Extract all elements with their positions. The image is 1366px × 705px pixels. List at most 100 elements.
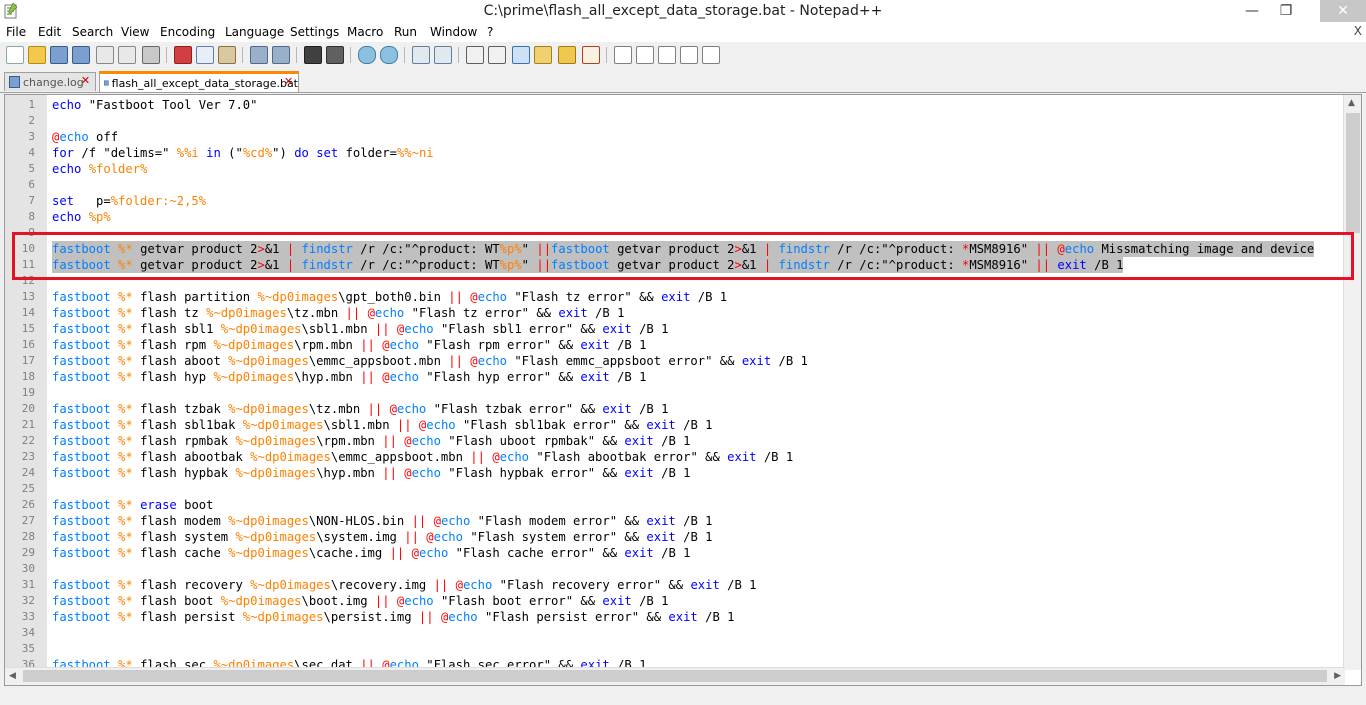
- code-line[interactable]: 16 fastboot %* flash rpm %~dp0images\rpm.…: [5, 337, 1345, 353]
- scroll-left-arrow-icon[interactable]: ◀: [9, 671, 16, 681]
- code-line[interactable]: 2: [5, 113, 1345, 129]
- code-line[interactable]: 17 fastboot %* flash aboot %~dp0images\em…: [5, 353, 1345, 369]
- menu-settings[interactable]: Settings: [290, 25, 339, 39]
- code-line[interactable]: 6: [5, 177, 1345, 193]
- code-token: echo: [59, 130, 89, 144]
- code-line[interactable]: 34: [5, 625, 1345, 641]
- code-line[interactable]: 22 fastboot %* flash rpmbak %~dp0images\r…: [5, 433, 1345, 449]
- code-token: /B 1: [690, 290, 728, 304]
- code-line[interactable]: 33 fastboot %* flash persist %~dp0images\…: [5, 609, 1345, 625]
- code-line[interactable]: 23 fastboot %* flash abootbak %~dp0images…: [5, 449, 1345, 465]
- undo-icon[interactable]: [250, 46, 268, 64]
- menu-search[interactable]: Search: [72, 25, 113, 39]
- code-token: echo: [52, 98, 82, 112]
- code-line[interactable]: 13 fastboot %* flash partition %~dp0image…: [5, 289, 1345, 305]
- run-macro-multiple-icon[interactable]: [680, 46, 698, 64]
- menu-encoding[interactable]: Encoding: [160, 25, 215, 39]
- code-line[interactable]: 14 fastboot %* flash tz %~dp0images\tz.mb…: [5, 305, 1345, 321]
- user-language-icon[interactable]: [534, 46, 552, 64]
- code-line[interactable]: 30: [5, 561, 1345, 577]
- cut-icon[interactable]: [174, 46, 192, 64]
- code-editor[interactable]: 1 echo "Fastboot Tool Ver 7.0" 2 3 @echo off…: [4, 94, 1362, 686]
- code-line[interactable]: 11 fastboot %* getvar product 2>&1 | find…: [5, 257, 1345, 273]
- maximize-button[interactable]: ❐: [1268, 0, 1304, 22]
- code-line[interactable]: 21 fastboot %* flash sbl1bak %~dp0images\…: [5, 417, 1345, 433]
- close-button[interactable]: ✕: [1320, 0, 1366, 22]
- open-file-icon[interactable]: [28, 46, 46, 64]
- code-line[interactable]: 19: [5, 385, 1345, 401]
- menu-language[interactable]: Language: [225, 25, 284, 39]
- code-line[interactable]: 31 fastboot %* flash recovery %~dp0images…: [5, 577, 1345, 593]
- code-line[interactable]: 35: [5, 641, 1345, 657]
- menu-window[interactable]: Window: [430, 25, 477, 39]
- menu-macro[interactable]: Macro: [347, 25, 383, 39]
- zoom-out-icon[interactable]: [380, 46, 398, 64]
- scroll-up-arrow-icon[interactable]: ▲: [1348, 98, 1355, 108]
- menu-file[interactable]: File: [6, 25, 26, 39]
- sync-horizontal-icon[interactable]: [434, 46, 452, 64]
- copy-icon[interactable]: [196, 46, 214, 64]
- menu-run[interactable]: Run: [394, 25, 417, 39]
- code-line[interactable]: 25: [5, 481, 1345, 497]
- horizontal-scrollbar[interactable]: ◀ ▶: [5, 667, 1345, 685]
- code-line[interactable]: 18 fastboot %* flash hyp %~dp0images\hyp.…: [5, 369, 1345, 385]
- save-all-icon[interactable]: [72, 46, 90, 64]
- stop-macro-icon[interactable]: [636, 46, 654, 64]
- code-line[interactable]: 29 fastboot %* flash cache %~dp0images\ca…: [5, 545, 1345, 561]
- save-icon[interactable]: [50, 46, 68, 64]
- indent-guide-icon[interactable]: [512, 46, 530, 64]
- new-file-icon[interactable]: [6, 46, 24, 64]
- code-lines[interactable]: 1 echo "Fastboot Tool Ver 7.0" 2 3 @echo off…: [5, 97, 1345, 685]
- code-line[interactable]: 3 @echo off: [5, 129, 1345, 145]
- zoom-in-icon[interactable]: [358, 46, 376, 64]
- scroll-right-arrow-icon[interactable]: ▶: [1334, 671, 1341, 681]
- code-line[interactable]: 8 echo %p%: [5, 209, 1345, 225]
- find-icon[interactable]: [304, 46, 322, 64]
- code-line[interactable]: 5 echo %folder%: [5, 161, 1345, 177]
- record-macro-icon[interactable]: [614, 46, 632, 64]
- replace-icon[interactable]: [326, 46, 344, 64]
- word-wrap-icon[interactable]: [466, 46, 484, 64]
- function-list-icon[interactable]: [582, 46, 600, 64]
- show-all-chars-icon[interactable]: [488, 46, 506, 64]
- code-line[interactable]: 32 fastboot %* flash boot %~dp0images\boo…: [5, 593, 1345, 609]
- tab-flash-all-except-data-storage[interactable]: flash_all_except_data_storage.bat ✕: [99, 71, 299, 92]
- code-line[interactable]: 24 fastboot %* flash hypbak %~dp0images\h…: [5, 465, 1345, 481]
- document-map-icon[interactable]: [558, 46, 576, 64]
- code-line[interactable]: 10 fastboot %* getvar product 2>&1 | find…: [5, 241, 1345, 257]
- close-file-icon[interactable]: [96, 46, 114, 64]
- code-token: ||: [433, 578, 449, 592]
- menu-view[interactable]: View: [121, 25, 149, 39]
- close-document-icon[interactable]: X: [1354, 24, 1362, 38]
- code-line[interactable]: 26 fastboot %* erase boot: [5, 497, 1345, 513]
- vertical-scrollbar[interactable]: ▲: [1343, 95, 1361, 670]
- minimize-button[interactable]: —: [1234, 0, 1270, 22]
- print-icon[interactable]: [142, 46, 160, 64]
- line-number: 29: [21, 546, 35, 559]
- code-line[interactable]: 27 fastboot %* flash modem %~dp0images\NO…: [5, 513, 1345, 529]
- code-line[interactable]: 20 fastboot %* flash tzbak %~dp0images\tz…: [5, 401, 1345, 417]
- code-line[interactable]: 15 fastboot %* flash sbl1 %~dp0images\sbl…: [5, 321, 1345, 337]
- code-line[interactable]: 7 set p=%folder:~2,5%: [5, 193, 1345, 209]
- code-line[interactable]: 28 fastboot %* flash system %~dp0images\s…: [5, 529, 1345, 545]
- horizontal-scroll-thumb[interactable]: [23, 670, 1327, 682]
- code-token: fastboot: [52, 258, 111, 272]
- redo-icon[interactable]: [272, 46, 290, 64]
- tab-close-icon[interactable]: ✕: [283, 76, 294, 87]
- code-line[interactable]: 9: [5, 225, 1345, 241]
- menu-help[interactable]: ?: [487, 25, 493, 39]
- save-macro-icon[interactable]: [702, 46, 720, 64]
- tab-change-log[interactable]: change.log ✕: [4, 72, 96, 91]
- code-line[interactable]: 1 echo "Fastboot Tool Ver 7.0": [5, 97, 1345, 113]
- code-line[interactable]: 4 for /f "delims=" %%i in ("%cd%") do set…: [5, 145, 1345, 161]
- menu-edit[interactable]: Edit: [38, 25, 61, 39]
- code-token: echo: [52, 210, 82, 224]
- sync-vertical-icon[interactable]: [412, 46, 430, 64]
- play-macro-icon[interactable]: [658, 46, 676, 64]
- code-line[interactable]: 12: [5, 273, 1345, 289]
- vertical-scroll-thumb[interactable]: [1346, 113, 1360, 233]
- tab-close-icon[interactable]: ✕: [80, 75, 91, 86]
- paste-icon[interactable]: [218, 46, 236, 64]
- close-all-icon[interactable]: [118, 46, 136, 64]
